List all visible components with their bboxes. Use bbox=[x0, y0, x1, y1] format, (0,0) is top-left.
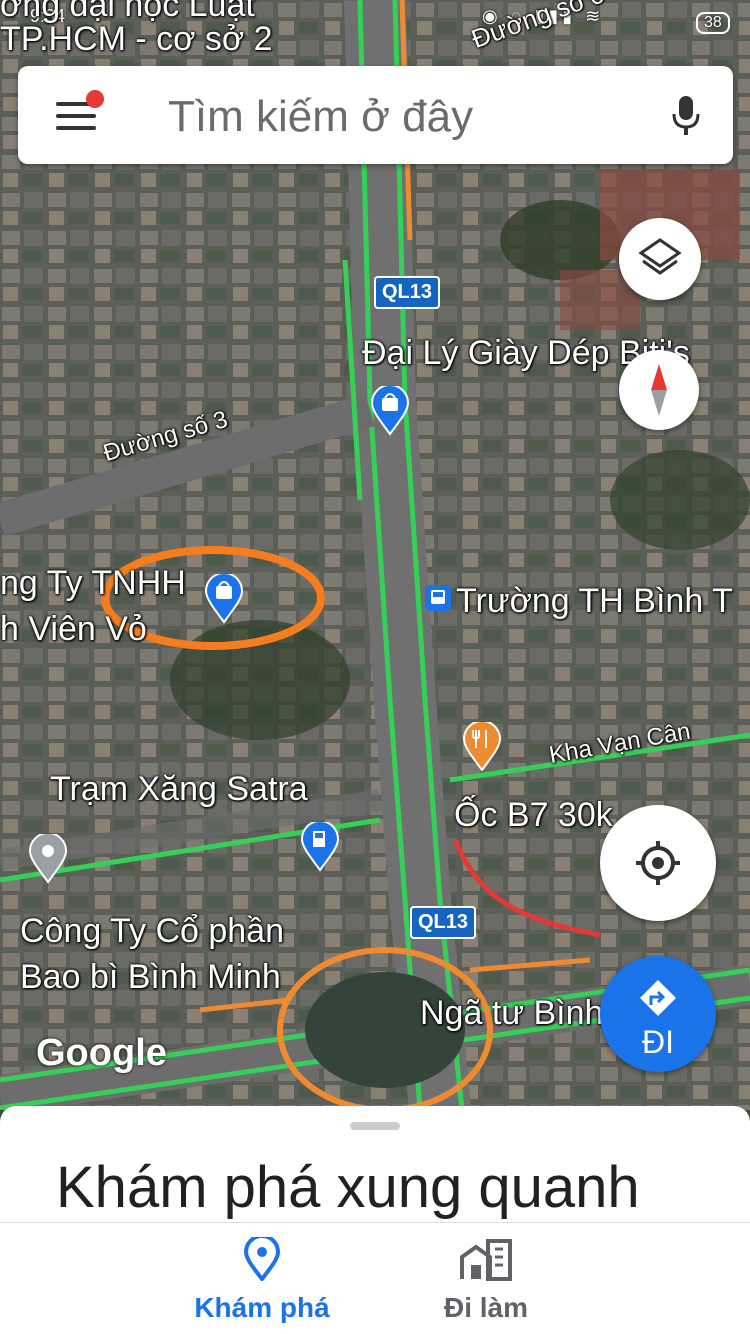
place-pin-icon[interactable] bbox=[28, 834, 68, 884]
tab-commute-label: Đi làm bbox=[443, 1292, 529, 1323]
place-label-gas-station[interactable]: Trạm Xăng Satra bbox=[50, 770, 308, 809]
directions-label: ĐI bbox=[642, 1024, 674, 1060]
sheet-drag-handle[interactable] bbox=[350, 1122, 400, 1130]
tab-commute[interactable]: Đi làm bbox=[376, 1237, 596, 1324]
place-label-law-university-line2[interactable]: TP.HCM - cơ sở 2 bbox=[0, 20, 273, 59]
search-bar[interactable]: Tìm kiếm ở đây bbox=[18, 66, 733, 164]
place-label-binh-minh-line2[interactable]: Bao bì Bình Minh bbox=[20, 958, 281, 997]
restaurant-pin-icon[interactable] bbox=[462, 722, 502, 772]
shopping-pin-icon[interactable] bbox=[204, 574, 244, 624]
place-label-company-line2[interactable]: h Viên Vỏ bbox=[0, 610, 147, 649]
place-label-restaurant[interactable]: Ốc B7 30k bbox=[454, 796, 613, 835]
place-label-company[interactable]: ng Ty TNHH bbox=[0, 564, 186, 603]
shopping-pin-icon[interactable] bbox=[370, 386, 410, 436]
explore-sheet[interactable]: Khám phá xung quanh bbox=[0, 1106, 750, 1226]
directions-button[interactable]: ĐI bbox=[600, 956, 716, 1072]
directions-icon bbox=[640, 980, 676, 1016]
layers-button[interactable] bbox=[619, 218, 701, 300]
my-location-button[interactable] bbox=[600, 805, 716, 921]
notification-dot bbox=[86, 90, 104, 108]
bottom-navigation: Khám phá Đi làm bbox=[0, 1222, 750, 1334]
layers-icon bbox=[638, 238, 682, 275]
highway-shield: QL13 bbox=[410, 906, 477, 939]
gas-station-pin-icon[interactable] bbox=[300, 822, 340, 872]
google-logo: Google bbox=[36, 1032, 167, 1074]
compass-icon bbox=[651, 364, 667, 416]
compass-button[interactable] bbox=[619, 350, 699, 430]
my-location-icon bbox=[636, 841, 680, 885]
tab-explore-label: Khám phá bbox=[194, 1292, 330, 1323]
tab-explore[interactable]: Khám phá bbox=[152, 1234, 372, 1324]
search-input[interactable]: Tìm kiếm ở đây bbox=[168, 92, 473, 142]
map-view[interactable]: 9:34 ờng đại học Luật TP.HCM - cơ sở 2 ◉… bbox=[0, 0, 750, 1110]
battery-indicator: 38 bbox=[696, 12, 730, 34]
place-label-binh-minh[interactable]: Công Ty Cổ phần bbox=[20, 912, 284, 951]
location-pin-icon bbox=[243, 1234, 281, 1283]
bus-stop-icon[interactable] bbox=[424, 584, 452, 612]
highway-shield: QL13 bbox=[374, 276, 441, 309]
sheet-title: Khám phá xung quanh bbox=[56, 1155, 640, 1220]
place-label-school[interactable]: Trường TH Bình T bbox=[456, 582, 733, 621]
microphone-icon[interactable] bbox=[669, 94, 703, 138]
commute-building-icon bbox=[460, 1239, 512, 1281]
